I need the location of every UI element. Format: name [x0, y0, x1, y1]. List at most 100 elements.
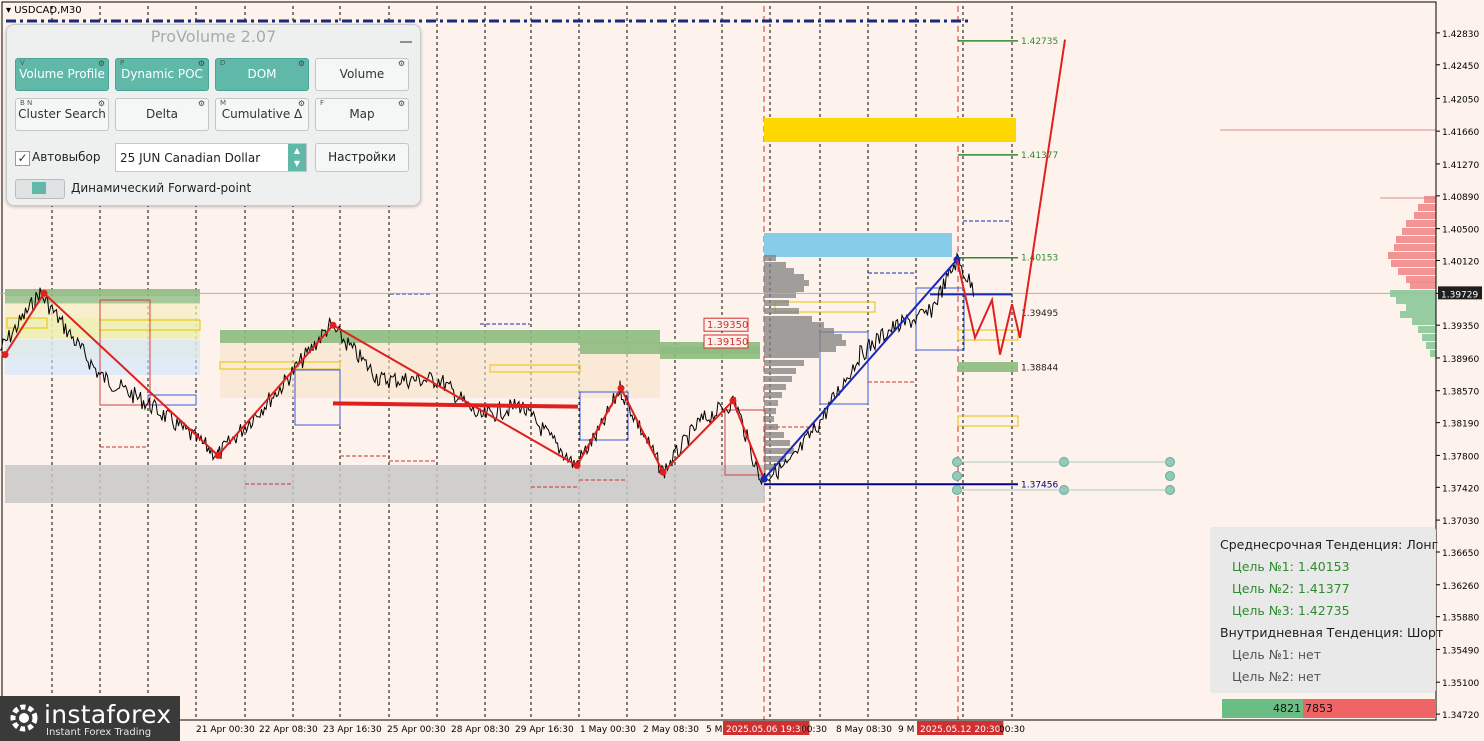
time-tick-label: 5 M — [706, 725, 722, 735]
price-tick-label: 1.40890 — [1442, 193, 1479, 203]
value-area-box — [957, 329, 1019, 341]
panel-button-cumulative[interactable]: Cumulative Δ M ⚙ — [215, 98, 309, 131]
volume-profile-bar — [764, 274, 804, 280]
gear-icon[interactable]: ⚙ — [298, 100, 305, 108]
volume-profile-bar — [764, 360, 804, 366]
volume-profile-bar — [764, 262, 786, 268]
settings-button[interactable]: Настройки — [315, 143, 409, 172]
market-profile-sell — [1406, 220, 1436, 227]
volume-profile-bar — [764, 352, 819, 358]
gear-icon[interactable]: ⚙ — [198, 60, 205, 68]
volume-profile-bar — [764, 328, 834, 334]
zigzag-pivot — [573, 461, 581, 469]
market-profile-sell — [1398, 268, 1436, 275]
panel-button-dynamic-poc[interactable]: Dynamic POC P ⚙ — [115, 58, 209, 91]
time-tick-label: 2 May 08:30 — [643, 725, 699, 735]
time-tick-label: 00:30 — [801, 725, 827, 735]
gear-icon[interactable]: ⚙ — [398, 100, 405, 108]
zigzag-pivot — [40, 289, 48, 297]
forecast-path — [956, 39, 1066, 355]
panel-button-delta[interactable]: Delta ⚙ — [115, 98, 209, 131]
volume-profile-bar — [764, 255, 776, 261]
gear-icon[interactable]: ⚙ — [198, 100, 205, 108]
panel-button-dom[interactable]: DOM D ⚙ — [215, 58, 309, 91]
level-label: 1.39495 — [1021, 309, 1058, 319]
light-zone — [5, 340, 200, 375]
panel-button-label: Volume Profile — [19, 67, 105, 81]
trend-pivot — [760, 475, 768, 483]
panel-button-volume[interactable]: Volume ⚙ — [315, 58, 409, 91]
intra-target-2: Цель №2: нет — [1232, 669, 1322, 684]
zigzag-pivot — [329, 321, 337, 329]
volume-profile-bar — [764, 316, 812, 322]
buy-volume: 4821 — [1222, 699, 1303, 718]
price-tick-label: 1.37030 — [1442, 517, 1479, 527]
volume-profile-bar — [764, 340, 846, 346]
market-profile-sell — [1396, 236, 1436, 243]
forward-point-toggle[interactable] — [15, 179, 65, 199]
sell-volume: 7853 — [1303, 699, 1436, 718]
time-tick-label: 2025.05.12 20:30 — [920, 725, 1001, 735]
panel-button-label: Delta — [145, 107, 178, 121]
price-tick-label: 1.38190 — [1442, 420, 1479, 430]
time-tick-label: 25 Apr 00:30 — [387, 725, 446, 735]
green-band — [660, 347, 760, 359]
time-tick-label: 29 Apr 16:30 — [515, 725, 574, 735]
panel-button-volume-profile[interactable]: Volume Profile V ⚙ — [15, 58, 109, 91]
volume-profile-bar — [764, 416, 774, 422]
marker-dot — [952, 471, 962, 481]
symbol-dropdown-icon[interactable]: ▾ — [6, 5, 14, 16]
gear-icon[interactable]: ⚙ — [98, 60, 105, 68]
price-tick-label: 1.36260 — [1442, 582, 1479, 592]
instrument-value: 25 JUN Canadian Dollar — [120, 151, 261, 165]
shortcut-key: V — [20, 59, 25, 67]
volume-profile-bar — [764, 286, 804, 292]
market-profile-buy — [1412, 318, 1436, 325]
zigzag-pivot — [1, 351, 9, 359]
volume-profile-bar — [764, 300, 789, 306]
price-tick-label: 1.42450 — [1442, 62, 1479, 72]
volume-profile-bar — [764, 432, 784, 438]
spinner-icon[interactable]: ▲ ▼ — [288, 144, 306, 171]
volume-profile-bar — [764, 440, 790, 446]
auto-select-checkbox[interactable]: ✓ — [15, 151, 30, 166]
price-tick-label: 1.35880 — [1442, 614, 1479, 624]
market-profile-buy — [1430, 350, 1436, 357]
gear-icon[interactable]: ⚙ — [398, 60, 405, 68]
market-profile-buy — [1422, 334, 1436, 341]
pivot-line — [332, 401, 579, 409]
market-profile-buy — [1396, 297, 1436, 304]
volume-profile-bar — [764, 346, 836, 352]
current-price-label: 1.39729 — [1441, 290, 1478, 300]
shortcut-key: D — [220, 59, 226, 67]
market-profile-buy — [1400, 311, 1436, 318]
instaforex-logo: instaforex Instant Forex Trading — [0, 696, 180, 741]
time-tick-label: 9 M — [898, 725, 914, 735]
volume-profile-bar — [764, 368, 796, 374]
market-profile-buy — [1406, 304, 1436, 311]
panel-button-map[interactable]: Map F ⚙ — [315, 98, 409, 131]
auto-select-label: Автовыбор — [32, 150, 101, 164]
panel-button-cluster-search[interactable]: Cluster Search B N ⚙ — [15, 98, 109, 131]
zigzag-pivot — [729, 397, 737, 405]
price-tick-label: 1.35100 — [1442, 679, 1479, 689]
volume-profile-bar — [764, 280, 809, 286]
price-tick-label: 1.42830 — [1442, 30, 1479, 40]
shortcut-key: B N — [20, 99, 33, 107]
panel-button-label: Cumulative Δ — [221, 107, 303, 121]
intra-target-1: Цель №1: нет — [1232, 647, 1322, 662]
mid-target-2: Цель №2: 1.41377 — [1232, 581, 1350, 596]
logo-tagline: Instant Forex Trading — [46, 727, 152, 738]
market-profile-sell — [1388, 252, 1436, 259]
minimize-icon[interactable] — [400, 41, 412, 43]
target-zone — [764, 118, 1016, 142]
time-tick-label: 00:30 — [999, 725, 1025, 735]
gear-icon[interactable]: ⚙ — [98, 100, 105, 108]
time-tick-label: 22 Apr 08:30 — [259, 725, 318, 735]
panel-title: ProVolume 2.07 — [150, 27, 277, 46]
market-profile-sell — [1410, 282, 1436, 289]
gear-icon[interactable]: ⚙ — [298, 60, 305, 68]
level-label: 1.38844 — [1021, 364, 1058, 374]
value-area-box — [957, 415, 1019, 427]
instrument-select[interactable]: 25 JUN Canadian Dollar ▲ ▼ — [115, 143, 307, 172]
